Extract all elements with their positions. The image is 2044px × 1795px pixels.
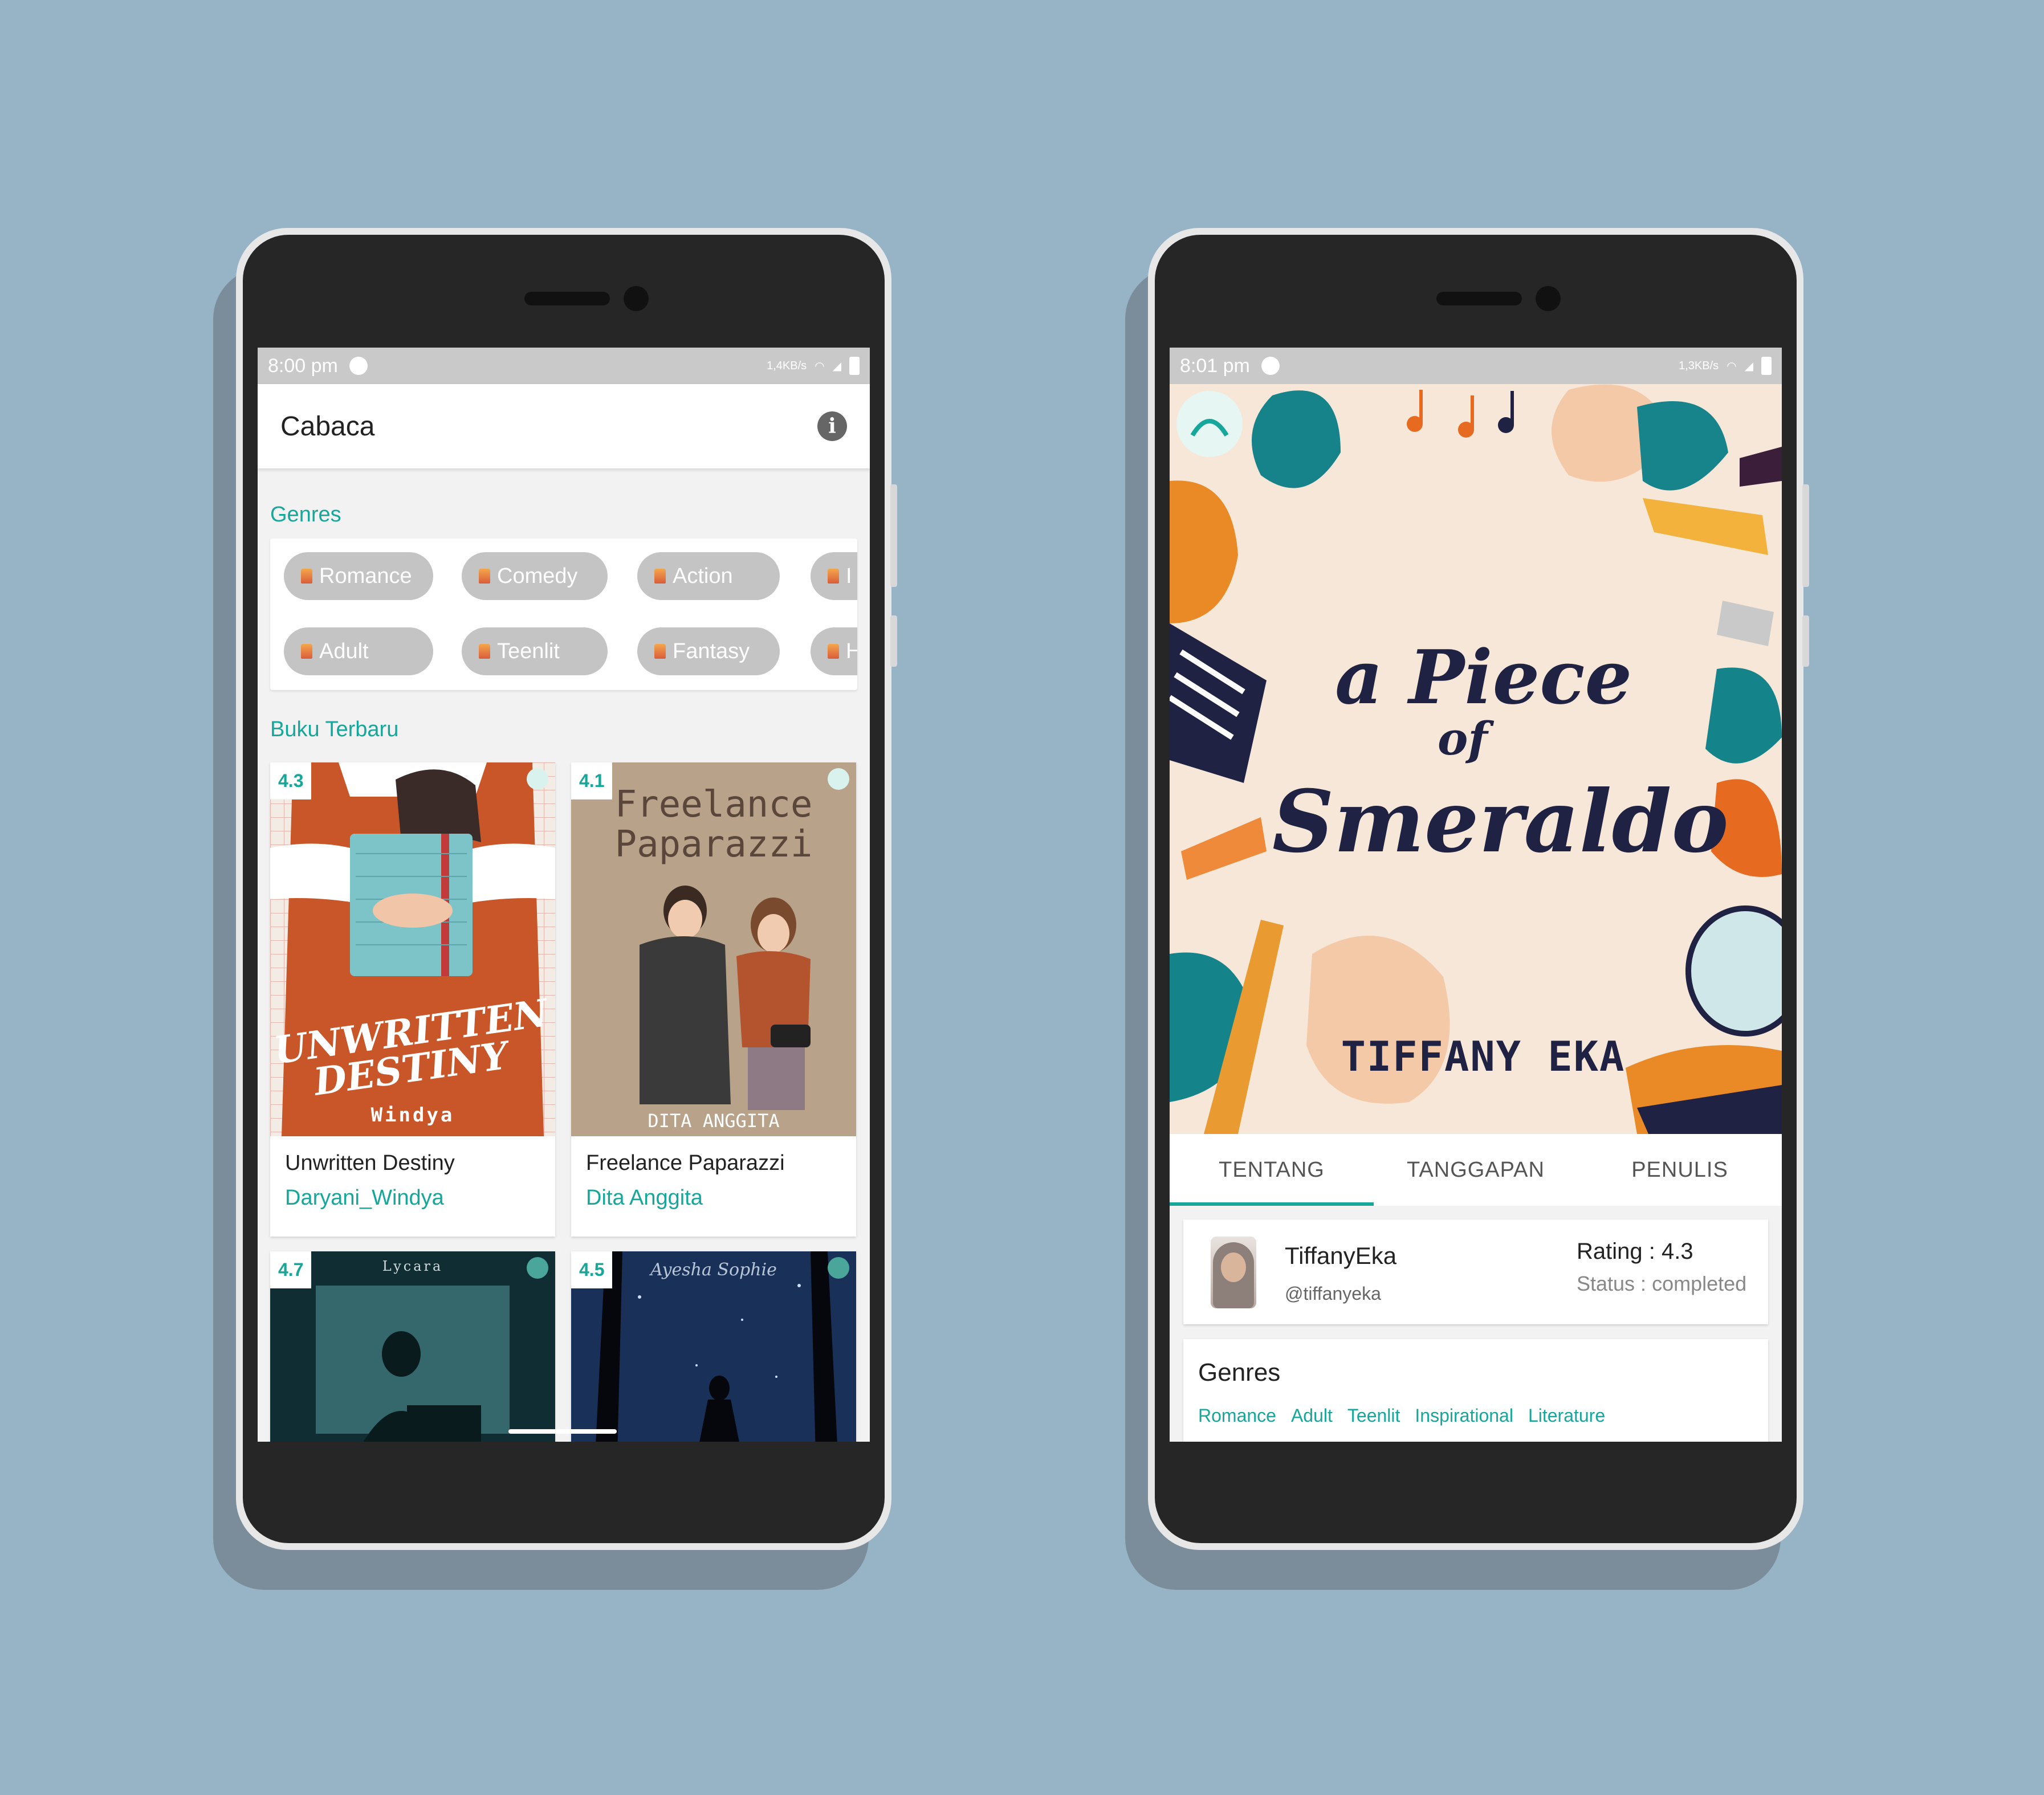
- svg-text:Lycara: Lycara: [382, 1258, 443, 1274]
- book-cover-hero: a Piece of Smeraldo TIFFANY EKA: [1170, 384, 1782, 1134]
- svg-text:Freelance: Freelance: [615, 784, 813, 826]
- book-card[interactable]: 4.5 Ayesha Sophie: [571, 1251, 856, 1442]
- spotify-icon: [349, 357, 368, 375]
- genre-link[interactable]: Teenlit: [1347, 1405, 1400, 1426]
- cabaca-logo-icon: [828, 768, 849, 790]
- right-phone: 8:01 pm 1,3KB/s ◠ ◢ a Piece of Smeraldo …: [1125, 228, 1809, 1590]
- left-phone: 8:00 pm 1,4KB/s ◠ ◢ Cabaca i Genres Roma…: [213, 228, 897, 1590]
- svg-text:TIFFANY EKA: TIFFANY EKA: [1341, 1033, 1626, 1080]
- book-rating: Rating : 4.3: [1577, 1239, 1693, 1264]
- book-icon: [654, 569, 666, 584]
- book-icon: [301, 644, 312, 659]
- battery-icon: [849, 357, 860, 375]
- status-bar: 8:01 pm 1,3KB/s ◠ ◢: [1170, 348, 1782, 384]
- genre-link[interactable]: Romance: [1198, 1405, 1276, 1426]
- genre-chip[interactable]: Romance: [284, 552, 433, 600]
- book-icon: [301, 569, 312, 584]
- rating-badge: 4.3: [270, 762, 312, 799]
- status-time: 8:01 pm: [1180, 354, 1250, 377]
- home-indicator[interactable]: [508, 1429, 617, 1434]
- speaker-grille: [524, 292, 610, 305]
- genre-chip[interactable]: H: [811, 627, 857, 675]
- tab-tanggapan[interactable]: TANGGAPAN: [1374, 1134, 1578, 1206]
- status-bar: 8:00 pm 1,4KB/s ◠ ◢: [258, 348, 870, 384]
- signal-icon: ◢: [1744, 360, 1753, 373]
- book-author[interactable]: Daryani_Windya: [285, 1186, 540, 1210]
- signal-icon: ◢: [832, 360, 841, 373]
- rating-badge: 4.1: [571, 762, 613, 799]
- detail-tabs: TENTANG TANGGAPAN PENULIS: [1170, 1134, 1782, 1206]
- book-icon: [479, 644, 490, 659]
- speaker-grille: [1436, 292, 1522, 305]
- book-icon: [828, 569, 839, 584]
- spotify-icon: [1261, 357, 1280, 375]
- latest-books-heading: Buku Terbaru: [270, 717, 399, 741]
- status-time: 8:00 pm: [268, 354, 338, 377]
- genre-chip[interactable]: I: [811, 552, 857, 600]
- svg-text:DITA ANGGITA: DITA ANGGITA: [648, 1110, 779, 1132]
- info-icon[interactable]: i: [817, 411, 847, 441]
- front-camera: [1536, 286, 1561, 311]
- rating-badge: 4.7: [270, 1251, 312, 1288]
- genre-link[interactable]: Adult: [1291, 1405, 1333, 1426]
- app-bar: Cabaca i: [258, 384, 870, 468]
- genre-chip[interactable]: Comedy: [462, 552, 608, 600]
- genres-title: Genres: [1198, 1359, 1281, 1386]
- net-speed: 1,4KB/s: [767, 359, 807, 372]
- book-title: Freelance Paparazzi: [586, 1151, 785, 1175]
- front-camera: [624, 286, 649, 311]
- book-status: Status : completed: [1577, 1272, 1747, 1295]
- genre-chip[interactable]: Action: [637, 552, 780, 600]
- tab-penulis[interactable]: PENULIS: [1578, 1134, 1782, 1206]
- book-card[interactable]: 4.7 Lycara: [270, 1251, 555, 1442]
- book-card[interactable]: 4.3 UNWRITTEN DESTINY Windya Unwritten D…: [270, 762, 555, 1237]
- avatar: [1211, 1237, 1256, 1308]
- svg-text:Windya: Windya: [371, 1104, 455, 1127]
- wifi-icon: ◠: [1727, 360, 1737, 373]
- book-card[interactable]: 4.1 Freelance Paparazzi DITA ANGGITA Fre…: [571, 762, 856, 1237]
- battery-icon: [1761, 357, 1772, 375]
- cabaca-logo-icon: [527, 1257, 548, 1279]
- book-icon: [828, 644, 839, 659]
- author-handle: @tiffanyeka: [1285, 1283, 1381, 1304]
- active-tab-indicator: [1170, 1202, 1374, 1206]
- home-screen: 8:00 pm 1,4KB/s ◠ ◢ Cabaca i Genres Roma…: [258, 348, 870, 1442]
- author-name: TiffanyEka: [1285, 1242, 1397, 1269]
- app-title: Cabaca: [280, 411, 375, 442]
- genre-link[interactable]: Literature: [1528, 1405, 1605, 1426]
- genre-chip-list: Romance Comedy Action I Adult Teenlit Fa…: [270, 538, 857, 690]
- genre-chip[interactable]: Fantasy: [637, 627, 780, 675]
- svg-text:of: of: [1438, 712, 1494, 765]
- tab-tentang[interactable]: TENTANG: [1170, 1134, 1374, 1206]
- book-cover: 4.3 UNWRITTEN DESTINY Windya: [270, 762, 555, 1136]
- genre-chip[interactable]: Adult: [284, 627, 433, 675]
- svg-text:Paparazzi: Paparazzi: [615, 823, 813, 866]
- svg-text:a Piece: a Piece: [1335, 634, 1632, 721]
- genre-chip[interactable]: Teenlit: [462, 627, 608, 675]
- genres-heading: Genres: [270, 503, 341, 527]
- genres-card: Genres Romance Adult Teenlit Inspiration…: [1183, 1339, 1768, 1442]
- book-detail-screen: 8:01 pm 1,3KB/s ◠ ◢ a Piece of Smeraldo …: [1170, 348, 1782, 1442]
- book-cover: 4.1 Freelance Paparazzi DITA ANGGITA: [571, 762, 856, 1136]
- book-author[interactable]: Dita Anggita: [586, 1186, 841, 1210]
- book-cover: 4.5 Ayesha Sophie: [571, 1251, 856, 1442]
- cabaca-logo-icon: [527, 768, 548, 790]
- svg-text:Smeraldo: Smeraldo: [1272, 772, 1729, 872]
- wifi-icon: ◠: [815, 360, 825, 373]
- book-icon: [654, 644, 666, 659]
- genre-link[interactable]: Inspirational: [1415, 1405, 1513, 1426]
- book-title: Unwritten Destiny: [285, 1151, 455, 1175]
- cabaca-logo-icon: [1176, 391, 1243, 457]
- author-card[interactable]: TiffanyEka @tiffanyeka Rating : 4.3 Stat…: [1183, 1219, 1768, 1324]
- book-cover: 4.7 Lycara: [270, 1251, 555, 1442]
- net-speed: 1,3KB/s: [1679, 359, 1719, 372]
- svg-text:Ayesha Sophie: Ayesha Sophie: [649, 1260, 777, 1280]
- rating-badge: 4.5: [571, 1251, 613, 1288]
- book-icon: [479, 569, 490, 584]
- cabaca-logo-icon: [828, 1257, 849, 1279]
